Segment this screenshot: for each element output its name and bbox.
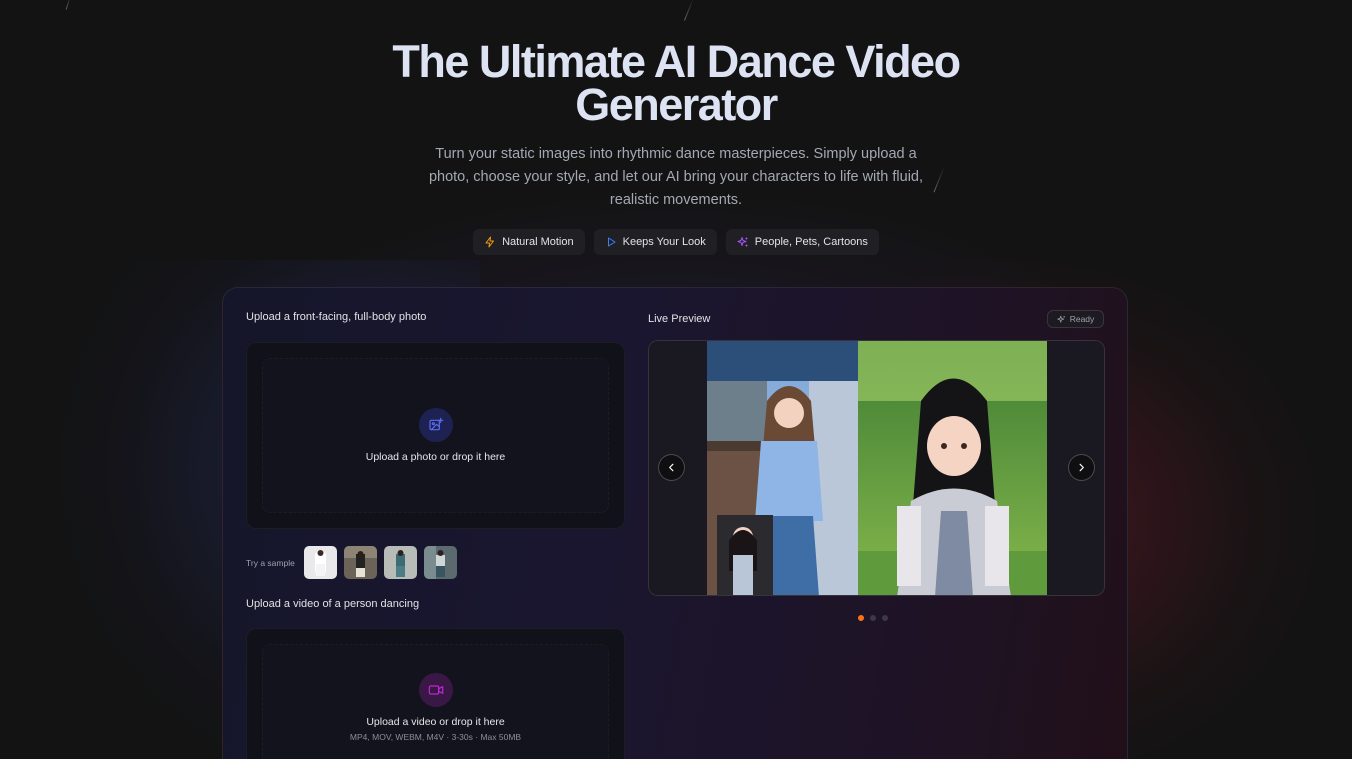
page-title-line-2: Generator bbox=[575, 79, 778, 130]
feature-pill-label: People, Pets, Cartoons bbox=[754, 236, 868, 248]
feature-pill-label: Keeps Your Look bbox=[622, 236, 706, 248]
feature-pills: Natural Motion Keeps Your Look People, P… bbox=[0, 229, 1352, 255]
sparkles-icon bbox=[737, 237, 748, 247]
feature-pill-keeps-your-look: Keeps Your Look bbox=[593, 229, 717, 255]
chevron-right-icon bbox=[1079, 463, 1084, 472]
chevron-left-icon bbox=[669, 463, 674, 472]
carousel-dot[interactable] bbox=[870, 615, 876, 621]
sample-thumbnail[interactable] bbox=[423, 546, 457, 579]
sample-picker: Try a sample bbox=[246, 546, 457, 579]
video-dropzone-hint: MP4, MOV, WEBM, M4V · 3-30s · Max 50MB bbox=[349, 732, 522, 742]
lightning-icon bbox=[485, 236, 495, 248]
feature-pill-natural-motion: Natural Motion bbox=[473, 229, 585, 255]
decorative-streak bbox=[684, 0, 694, 21]
carousel-dot[interactable] bbox=[858, 615, 864, 621]
page: The Ultimate AI Dance Video Generator Tu… bbox=[0, 0, 1352, 759]
preview-next-button[interactable] bbox=[1068, 454, 1095, 481]
preview-image bbox=[649, 341, 1104, 595]
preview-carousel bbox=[648, 340, 1105, 596]
sample-thumbnail[interactable] bbox=[383, 546, 417, 579]
page-subtitle: Turn your static images into rhythmic da… bbox=[428, 146, 924, 208]
page-title: The Ultimate AI Dance Video Generator bbox=[0, 36, 1352, 130]
image-plus-icon bbox=[419, 408, 453, 442]
status-badge-label: Ready bbox=[1069, 314, 1095, 324]
video-icon bbox=[419, 673, 453, 707]
sample-label: Try a sample bbox=[246, 557, 295, 568]
video-upload-label: Upload a video of a person dancing bbox=[246, 598, 420, 610]
sample-thumbnail[interactable] bbox=[303, 546, 337, 579]
photo-dropzone[interactable]: Upload a photo or drop it here bbox=[246, 342, 625, 529]
carousel-dots bbox=[858, 615, 888, 621]
video-dropzone[interactable]: Upload a video or drop it here MP4, MOV,… bbox=[246, 628, 625, 759]
feature-pill-people-pets-cartoons: People, Pets, Cartoons bbox=[725, 229, 879, 255]
sparkles-icon bbox=[1057, 315, 1065, 322]
photo-dropzone-text: Upload a photo or drop it here bbox=[365, 451, 506, 463]
photo-upload-label: Upload a front-facing, full-body photo bbox=[246, 311, 427, 323]
decorative-streak bbox=[65, 0, 71, 10]
feature-pill-label: Natural Motion bbox=[502, 236, 574, 248]
live-preview-label: Live Preview bbox=[648, 313, 711, 325]
video-dropzone-text: Upload a video or drop it here bbox=[366, 716, 505, 728]
carousel-dot[interactable] bbox=[882, 615, 888, 621]
preview-prev-button[interactable] bbox=[658, 454, 685, 481]
page-title-line-1: The Ultimate AI Dance Video bbox=[392, 36, 961, 87]
sample-thumbnail[interactable] bbox=[343, 546, 377, 579]
status-badge: Ready bbox=[1047, 310, 1104, 328]
play-icon bbox=[607, 237, 616, 247]
